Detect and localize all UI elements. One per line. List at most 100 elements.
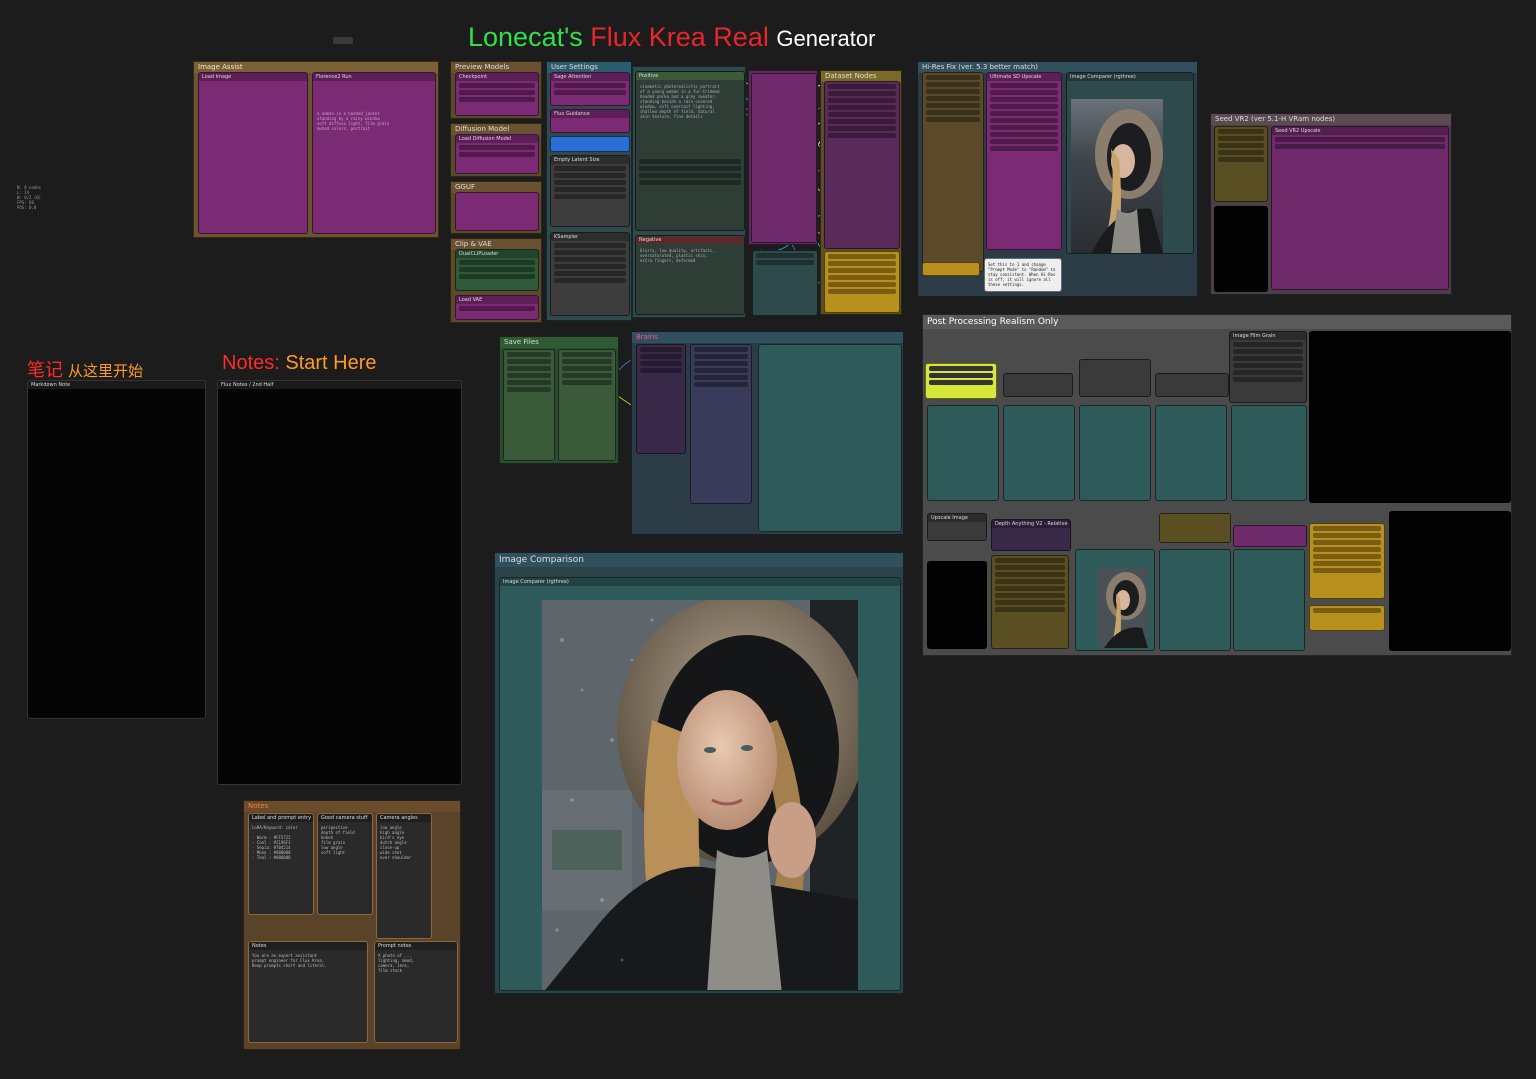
node-row[interactable] (507, 359, 551, 364)
pp-preview-top[interactable] (1309, 331, 1511, 503)
image-assist-node-right[interactable]: Florence2 Run a woman in a hooded jacket… (312, 72, 436, 234)
node-row[interactable] (990, 118, 1058, 123)
group-dataset-nodes[interactable] (748, 70, 818, 245)
node-row[interactable] (554, 166, 626, 171)
node-row[interactable] (828, 126, 896, 131)
node-row[interactable] (995, 593, 1065, 598)
hires-settings-node[interactable] (922, 72, 984, 272)
pp-magenta-node[interactable] (1159, 513, 1231, 543)
toggle-row[interactable] (1313, 568, 1381, 573)
node-row[interactable] (459, 267, 535, 272)
toggle-row[interactable] (828, 275, 896, 280)
node-row[interactable] (990, 111, 1058, 116)
hires-note-node[interactable]: Set this to 1 and change "Prompt Mode" t… (984, 258, 1062, 292)
dataset-toggles-node[interactable] (824, 251, 900, 313)
node-row[interactable] (507, 387, 551, 392)
node-row[interactable] (459, 145, 535, 150)
toggle-row[interactable] (1313, 554, 1381, 559)
note-camera-angles[interactable]: Camera angles low angle high angle bird'… (376, 813, 432, 939)
node-row[interactable] (990, 104, 1058, 109)
negative-prompt-text[interactable]: blurry, low quality, artifacts, oversatu… (640, 248, 740, 263)
node-row[interactable] (459, 260, 535, 265)
settings-node-blue[interactable] (550, 136, 630, 152)
node-row[interactable] (1218, 143, 1264, 148)
node-header[interactable]: Flux Guidance (551, 110, 629, 118)
node-header[interactable]: Load Diffusion Model (456, 135, 538, 143)
node-row[interactable] (554, 257, 626, 262)
node-row[interactable] (929, 373, 993, 378)
node-row[interactable] (1218, 150, 1264, 155)
brains-ksampler-node[interactable] (690, 344, 752, 504)
node-row[interactable] (929, 380, 993, 385)
toggle-row[interactable] (1313, 540, 1381, 545)
node-row[interactable] (554, 83, 626, 88)
node-row[interactable] (990, 83, 1058, 88)
clip-loader-node[interactable]: DualCLIPLoader (455, 249, 539, 291)
node-row[interactable] (828, 98, 896, 103)
node-row[interactable] (694, 368, 748, 373)
seed-upscale-node[interactable]: Seed VR2 Upscale (1271, 126, 1449, 290)
node-row[interactable] (990, 97, 1058, 102)
node-row[interactable] (926, 89, 980, 94)
node-row[interactable] (926, 103, 980, 108)
node-row[interactable] (554, 271, 626, 276)
pp-node-e[interactable]: Image Film Grain (1229, 331, 1307, 403)
node-row[interactable] (995, 600, 1065, 605)
node-row[interactable] (507, 352, 551, 357)
node-row[interactable] (1233, 356, 1303, 361)
group-header[interactable]: Notes (244, 801, 460, 812)
node-row[interactable] (828, 133, 896, 138)
diffusion-model-node[interactable]: Load Diffusion Model (455, 134, 539, 174)
node-row[interactable] (554, 194, 626, 199)
positive-prompt-text[interactable]: cinematic photorealistic portrait of a y… (640, 84, 740, 119)
node-row[interactable] (995, 558, 1065, 563)
node-row[interactable] (1218, 136, 1264, 141)
settings-node-3[interactable]: Empty Latent Size (550, 155, 630, 227)
toggle-row[interactable] (1313, 608, 1381, 613)
node-row[interactable] (640, 361, 682, 366)
group-user-settings[interactable]: User Settings Sage Attention Flux Guidan… (546, 61, 632, 321)
node-header[interactable]: Upscale Image (928, 514, 986, 522)
node-header[interactable]: Image Comparer (rgthree) (1067, 73, 1193, 81)
pp-preview-7[interactable] (1233, 549, 1305, 651)
positive-prompt-node[interactable]: Positive cinematic photorealistic portra… (635, 71, 745, 231)
node-row[interactable] (554, 180, 626, 185)
node-row[interactable] (562, 373, 612, 378)
note-label-prompt[interactable]: Label and prompt entry LoRA/Keyword: col… (248, 813, 314, 915)
node-header[interactable]: Positive (636, 72, 744, 80)
minimap-indicator[interactable] (333, 37, 353, 44)
node-row[interactable] (1233, 377, 1303, 382)
node-header[interactable]: Good camera stuff (318, 814, 372, 822)
node-header[interactable]: Notes (249, 942, 367, 950)
node-row[interactable] (828, 105, 896, 110)
group-dataset-right[interactable]: Dataset Nodes (820, 70, 902, 315)
node-header[interactable]: Label and prompt entry (249, 814, 313, 822)
node-row[interactable] (828, 91, 896, 96)
group-header[interactable]: Post Processing Realism Only (923, 315, 1511, 329)
node-row[interactable] (640, 368, 682, 373)
group-header[interactable]: Image Comparison (495, 553, 903, 567)
node-row[interactable] (1275, 144, 1445, 149)
dataset-node-a[interactable] (751, 73, 817, 243)
vae-loader-node[interactable]: Load VAE (455, 295, 539, 320)
toggle-row[interactable] (1313, 547, 1381, 552)
gguf-node[interactable] (455, 192, 539, 231)
brains-preview-node[interactable] (758, 344, 902, 532)
node-row[interactable] (507, 366, 551, 371)
node-row[interactable] (929, 366, 993, 371)
node-row[interactable] (507, 373, 551, 378)
toggle-row[interactable] (1313, 533, 1381, 538)
group-prompts[interactable]: Positive cinematic photorealistic portra… (632, 66, 746, 318)
image-comparer-node[interactable]: Image Comparer (rgthree) (499, 577, 901, 991)
node-row[interactable] (554, 173, 626, 178)
toggle-row[interactable] (828, 254, 896, 259)
node-row[interactable] (459, 306, 535, 311)
node-header[interactable]: Florence2 Run (313, 73, 435, 81)
pp-node-b[interactable] (1079, 359, 1151, 397)
pp-preview-5[interactable] (1231, 405, 1307, 501)
node-row[interactable] (995, 586, 1065, 591)
toggle-row[interactable] (1313, 526, 1381, 531)
settings-node-2[interactable]: Flux Guidance (550, 109, 630, 133)
node-row[interactable] (926, 96, 980, 101)
node-header[interactable]: Flux Notes / 2nd Half (218, 381, 461, 389)
